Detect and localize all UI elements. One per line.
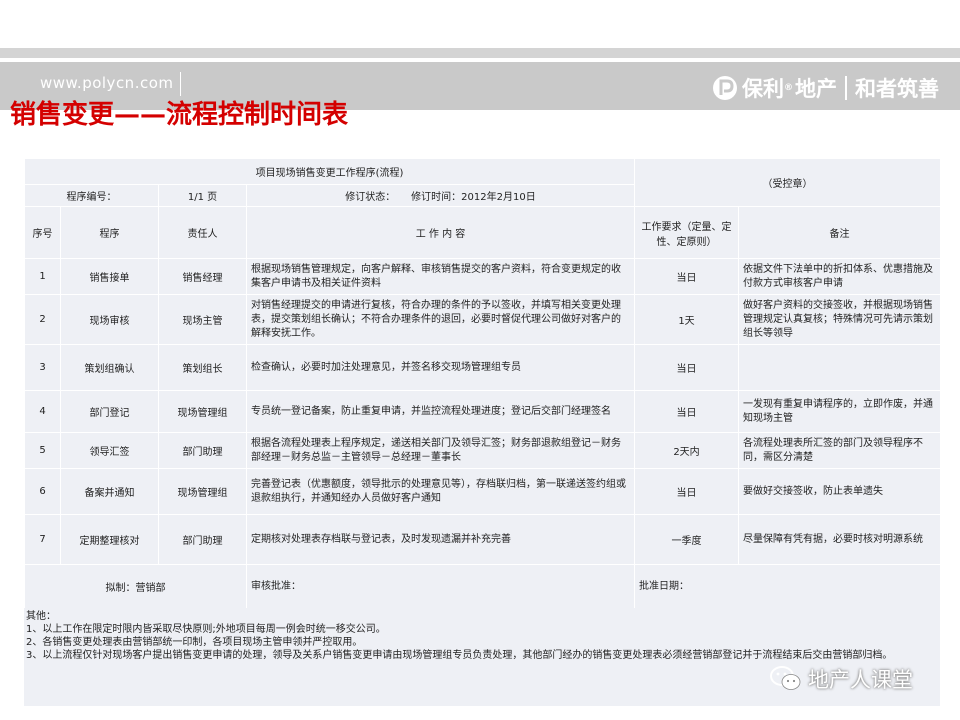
row-requirement: 当日 — [634, 258, 739, 295]
poly-logo-icon — [713, 76, 737, 100]
row-remark: 各流程处理表所汇签的部门及领导程序不同，需区分清楚 — [738, 432, 941, 469]
revision-time-value: 2012年2月10日 — [461, 192, 536, 203]
col-header-requirement: 工作要求（定量、定性、定原则） — [634, 206, 739, 259]
row-requirement: 一季度 — [634, 514, 739, 565]
page-count: 1/1 页 — [158, 184, 247, 207]
header-divider — [180, 72, 181, 96]
revision-status-label: 修订状态： — [345, 192, 396, 203]
drafted-by: 拟制：营销部 — [24, 564, 247, 609]
row-remark: 一发现有重复申请程序的，立即作废，并通知现场主管 — [738, 390, 941, 433]
row-no: 6 — [24, 468, 61, 515]
row-no: 7 — [24, 514, 61, 565]
logo-slogan: 和者筑善 — [855, 77, 939, 101]
row-program: 部门登记 — [60, 390, 159, 433]
notes-heading: 其他： — [26, 611, 56, 622]
row-no: 1 — [24, 258, 61, 295]
row-no: 2 — [24, 294, 61, 345]
table-row: 2 现场审核 现场主管 对销售经理提交的申请进行复核，符合办理的条件的予以签收，… — [24, 294, 941, 345]
row-requirement: 2天内 — [634, 432, 739, 469]
table-row: 3 策划组确认 策划组长 检查确认，必要时加注处理意见，并签名移交现场管理组专员… — [24, 344, 941, 391]
row-program: 策划组确认 — [60, 344, 159, 391]
col-header-owner: 责任人 — [158, 206, 247, 259]
row-program: 备案并通知 — [60, 468, 159, 515]
row-content: 检查确认，必要时加注处理意见，并签名移交现场管理组专员 — [246, 344, 635, 391]
table-row: 6 备案并通知 现场管理组 完善登记表（优惠额度，领导批示的处理意见等），存档联… — [24, 468, 941, 515]
row-content: 根据各流程处理表上程序规定，递送相关部门及领导汇签；财务部退款组登记－财务部经理… — [246, 432, 635, 469]
company-logo: 保利 ® 地产 和者筑善 — [712, 68, 960, 108]
wechat-icon — [770, 666, 801, 690]
row-remark: 做好客户资料的交接签收，并根据现场销售管理规定认真复核；特殊情况可先请示策划组长… — [738, 294, 941, 345]
row-owner: 销售经理 — [158, 258, 247, 295]
row-no: 5 — [24, 432, 61, 469]
table-row: 5 领导汇签 部门助理 根据各流程处理表上程序规定，递送相关部门及领导汇签；财务… — [24, 432, 941, 469]
program-no-label: 程序编号： — [24, 184, 159, 207]
row-requirement: 当日 — [634, 390, 739, 433]
watermark-text: 地产人课堂 — [808, 668, 913, 692]
row-owner: 现场管理组 — [158, 390, 247, 433]
watermark: 地产人课堂 — [770, 664, 913, 694]
program-title: 项目现场销售变更工作程序(流程) — [24, 158, 635, 185]
row-no: 3 — [24, 344, 61, 391]
row-requirement: 当日 — [634, 344, 739, 391]
table-row: 7 定期整理核对 部门助理 定期核对处理表存档联与登记表，及时发现遗漏并补充完善… — [24, 514, 941, 565]
table-row: 1 销售接单 销售经理 根据现场销售管理规定，向客户解释、审核销售提交的客户资料… — [24, 258, 941, 295]
col-header-content: 工 作 内 容 — [246, 206, 635, 259]
row-requirement: 当日 — [634, 468, 739, 515]
row-program: 现场审核 — [60, 294, 159, 345]
logo-estate: 地产 — [795, 77, 837, 101]
controlled-stamp: （受控章） — [634, 158, 941, 207]
row-program: 定期整理核对 — [60, 514, 159, 565]
row-program: 销售接单 — [60, 258, 159, 295]
note-item: 1、以上工作在限定时限内皆采取尽快原则;外地项目每周一例会时统一移交公司。 — [26, 624, 386, 635]
website-url[interactable]: www.polycn.com — [40, 74, 174, 92]
row-content: 完善登记表（优惠额度，领导批示的处理意见等），存档联归档，第一联递送签约组或退款… — [246, 468, 635, 515]
row-program: 领导汇签 — [60, 432, 159, 469]
row-content: 定期核对处理表存档联与登记表，及时发现遗漏并补充完善 — [246, 514, 635, 565]
row-owner: 现场管理组 — [158, 468, 247, 515]
logo-registered: ® — [784, 83, 793, 93]
col-header-program: 程序 — [60, 206, 159, 259]
review-approval: 审核批准： — [246, 564, 635, 609]
revision-time-label: 修订时间： — [411, 192, 462, 203]
col-header-remark: 备注 — [738, 206, 941, 259]
row-remark — [738, 344, 941, 391]
approval-date: 批准日期： — [634, 564, 941, 609]
row-owner: 部门助理 — [158, 432, 247, 469]
table-row: 4 部门登记 现场管理组 专员统一登记备案，防止重复申请，并监控流程处理进度；登… — [24, 390, 941, 433]
top-stripe — [0, 48, 960, 58]
page-title: 销售变更——流程控制时间表 — [10, 100, 349, 130]
row-remark: 尽量保障有凭有据，必要时核对明源系统 — [738, 514, 941, 565]
row-owner: 部门助理 — [158, 514, 247, 565]
row-remark: 要做好交接签收，防止表单遗失 — [738, 468, 941, 515]
row-content: 专员统一登记备案，防止重复申请，并监控流程处理进度；登记后交部门经理签名 — [246, 390, 635, 433]
row-requirement: 1天 — [634, 294, 739, 345]
row-no: 4 — [24, 390, 61, 433]
process-table: 项目现场销售变更工作程序(流程) （受控章） 程序编号： 1/1 页 修订状态：… — [24, 158, 941, 609]
row-content: 根据现场销售管理规定，向客户解释、审核销售提交的客户资料，符合变更规定的收集客户… — [246, 258, 635, 295]
note-item: 3、以上流程仅针对现场客户提出销售变更申请的处理，领导及关系户销售变更申请由现场… — [26, 650, 893, 661]
row-owner: 策划组长 — [158, 344, 247, 391]
col-header-no: 序号 — [24, 206, 61, 259]
revision-info: 修订状态： 修订时间：2012年2月10日 — [246, 184, 635, 207]
logo-divider — [845, 76, 847, 100]
row-remark: 依据文件下法单中的折扣体系、优惠措施及付款方式审核客户申请 — [738, 258, 941, 295]
note-item: 2、各销售变更处理表由营销部统一印制，各项目现场主管申领并严控取用。 — [26, 637, 363, 648]
row-content: 对销售经理提交的申请进行复核，符合办理的条件的予以签收，并填写相关变更处理表，提… — [246, 294, 635, 345]
row-owner: 现场主管 — [158, 294, 247, 345]
logo-brand: 保利 — [742, 77, 784, 101]
